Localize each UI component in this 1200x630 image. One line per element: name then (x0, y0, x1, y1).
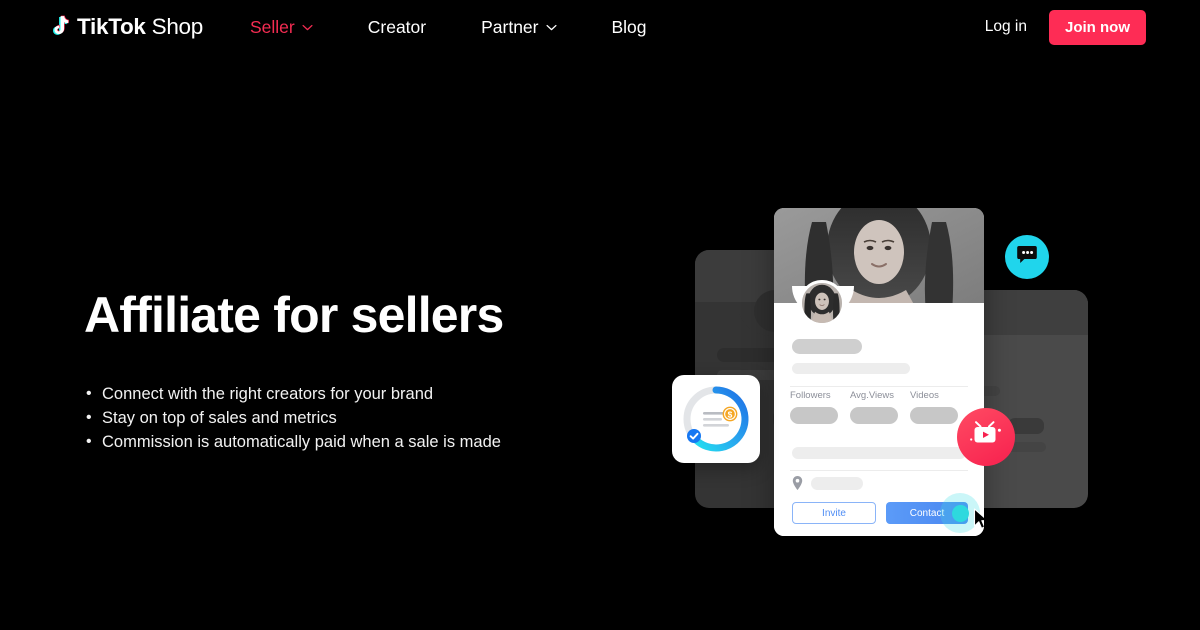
chat-bubble-icon (1016, 245, 1038, 270)
creator-location-row (792, 476, 863, 490)
list-item: Connect with the right creators for your… (84, 382, 644, 406)
nav-item-partner[interactable]: Partner (481, 13, 557, 42)
logo-text-shop: Shop (151, 14, 204, 39)
hero-feature-list: Connect with the right creators for your… (84, 382, 644, 454)
nav-item-partner-label: Partner (481, 16, 539, 37)
contact-button[interactable]: Contact (886, 493, 984, 533)
chevron-down-icon (545, 24, 557, 31)
stat-videos: Videos (910, 390, 970, 424)
nav-item-seller[interactable]: Seller (250, 13, 313, 42)
tv-play-icon (969, 420, 1003, 455)
stat-label: Avg.Views (850, 390, 895, 401)
nav-item-seller-label: Seller (250, 16, 295, 37)
nav-item-blog-label: Blog (611, 16, 647, 37)
list-item: Commission is automatically paid when a … (84, 430, 644, 454)
hero-text-column: Affiliate for sellers Connect with the r… (84, 288, 644, 454)
donut-chart-icon: $ (678, 381, 754, 457)
chat-bubble-badge (1005, 235, 1049, 279)
top-navigation-bar: TikTok Shop Seller Creator Partner Blog … (0, 0, 1200, 54)
login-link[interactable]: Log in (985, 18, 1027, 36)
creator-stats-row: Followers Avg.Views Videos (790, 390, 970, 424)
stat-label: Followers (790, 390, 831, 401)
creator-profile-card: Followers Avg.Views Videos Invite Contac… (774, 208, 984, 536)
stat-followers: Followers (790, 390, 850, 424)
join-now-button[interactable]: Join now (1049, 9, 1146, 45)
video-play-badge (957, 408, 1015, 466)
stat-value-placeholder (850, 407, 898, 424)
location-placeholder-bar (811, 476, 863, 490)
map-pin-icon (792, 476, 803, 490)
tiktok-shop-logo[interactable]: TikTok Shop (49, 11, 203, 43)
nav-item-creator-label: Creator (367, 16, 427, 37)
detail-placeholder-bar (792, 447, 966, 459)
divider (790, 386, 968, 387)
hero-illustration: Followers Avg.Views Videos Invite Contac… (650, 190, 1190, 590)
nav-item-blog[interactable]: Blog (612, 13, 647, 42)
avatar (799, 280, 845, 326)
creator-action-buttons: Invite Contact (792, 493, 984, 533)
chevron-down-icon (302, 24, 313, 31)
nav-actions: Log in Join now (985, 9, 1146, 45)
bio-placeholder-bar (792, 363, 910, 374)
nav-links: Seller Creator Partner Blog (250, 13, 647, 42)
nav-item-creator[interactable]: Creator (368, 13, 426, 42)
list-item: Stay on top of sales and metrics (84, 406, 644, 430)
svg-text:$: $ (728, 410, 733, 420)
page-title: Affiliate for sellers (84, 287, 504, 343)
stat-label: Videos (910, 390, 939, 401)
stat-value-placeholder (790, 407, 838, 424)
page-root: TikTok Shop Seller Creator Partner Blog … (0, 0, 1200, 630)
name-placeholder-bar (792, 339, 862, 354)
divider (790, 470, 968, 471)
check-badge-icon (687, 429, 701, 443)
contact-button-label: Contact (909, 507, 945, 519)
logo-text-tiktok: TikTok (77, 14, 146, 39)
earnings-donut-widget: $ (672, 375, 760, 463)
dollar-coin-icon: $ (722, 406, 738, 422)
stat-value-placeholder (910, 407, 958, 424)
stat-avg-views: Avg.Views (850, 390, 910, 424)
invite-button[interactable]: Invite (792, 502, 876, 524)
tiktok-note-icon (49, 15, 71, 39)
